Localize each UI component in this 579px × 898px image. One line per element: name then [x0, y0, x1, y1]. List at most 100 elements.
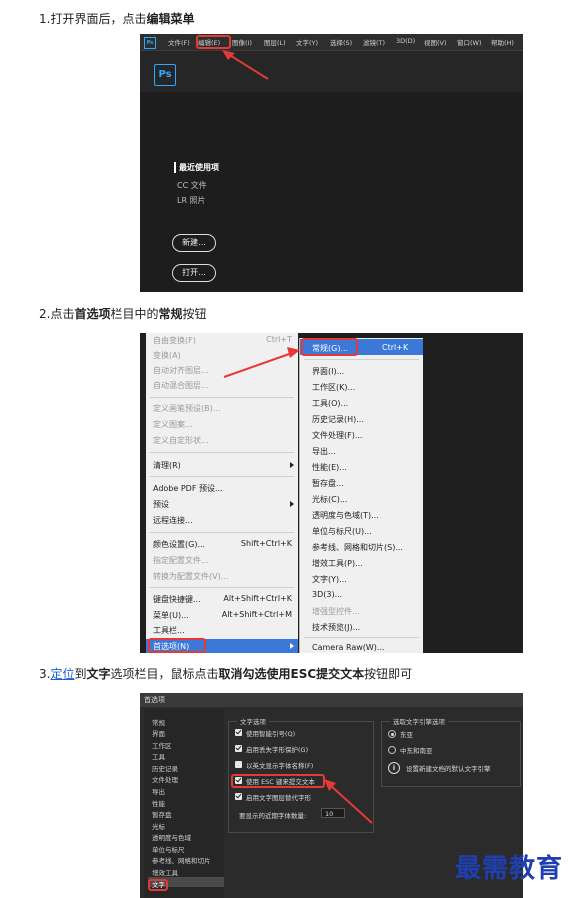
- submenu-item-workspace[interactable]: 工作区(K)...: [312, 382, 355, 393]
- menu-item-remote[interactable]: 远程连接...: [153, 515, 193, 526]
- recent-fonts-label: 要显示的近期字体数量:: [239, 812, 307, 820]
- east-asian-label: 东亚: [400, 731, 413, 739]
- new-button[interactable]: 新建...: [172, 234, 216, 252]
- open-button[interactable]: 打开...: [172, 264, 216, 282]
- submenu-item-performance[interactable]: 性能(E)...: [312, 462, 347, 473]
- step-2-bold-1: 首选项: [74, 307, 111, 321]
- menu-select[interactable]: 选择(S): [330, 37, 352, 47]
- submenu-item-guides[interactable]: 参考线、网格和切片(S)...: [312, 542, 403, 553]
- menu-item-define-pattern[interactable]: 定义图案...: [153, 419, 193, 430]
- smart-quotes-checkbox[interactable]: [235, 729, 242, 736]
- submenu-item-enhanced-controls[interactable]: 增强型控件...: [312, 606, 360, 617]
- menu-window[interactable]: 窗口(W): [457, 37, 482, 47]
- nav-item-transparency[interactable]: 透明度与色域: [152, 832, 191, 842]
- middle-east-label: 中东和南亚: [400, 747, 433, 755]
- step-3-bold-1: 文字: [86, 667, 111, 681]
- menu-item-keyboard-shortcuts[interactable]: 键盘快捷键...: [153, 594, 201, 605]
- submenu-item-transparency[interactable]: 透明度与色域(T)...: [312, 510, 379, 521]
- step-1-caption: 1.打开界面后，点击编辑菜单: [39, 10, 194, 27]
- menu-filter[interactable]: 滤镜(T): [363, 37, 385, 47]
- shortcut-color-settings: Shift+Ctrl+K: [240, 539, 292, 548]
- step-2-bold-2: 常规: [158, 307, 183, 321]
- menu-separator: [150, 532, 294, 533]
- menu-separator: [150, 452, 294, 453]
- edit-menu: 自由变换(F) Ctrl+T 变换(A) 自动对齐图层... 自动混合图层...…: [146, 333, 298, 653]
- menu-file[interactable]: 文件(F): [168, 37, 190, 47]
- missing-glyph-checkbox[interactable]: [235, 745, 242, 752]
- menu-item-define-shape[interactable]: 定义自定形状...: [153, 435, 209, 446]
- menu-item-menus[interactable]: 菜单(U)...: [153, 610, 189, 621]
- menu-3d[interactable]: 3D(D): [396, 37, 415, 45]
- preferences-submenu: 常规(G)... Ctrl+K 界面(I)... 工作区(K)... 工具(O)…: [299, 338, 423, 653]
- submenu-item-units[interactable]: 单位与标尺(U)...: [312, 526, 372, 537]
- nav-item-history[interactable]: 历史记录: [152, 763, 178, 773]
- nav-item-guides[interactable]: 参考线、网格和切片: [152, 855, 211, 865]
- menu-help[interactable]: 帮助(H): [491, 37, 514, 47]
- menu-item-pdf-presets[interactable]: Adobe PDF 预设...: [153, 483, 223, 494]
- menu-item-auto-align[interactable]: 自动对齐图层...: [153, 365, 209, 376]
- submenu-item-tech-preview[interactable]: 技术预览(J)...: [312, 622, 360, 633]
- nav-item-units[interactable]: 单位与标尺: [152, 844, 185, 854]
- recent-fonts-input[interactable]: 10: [321, 808, 345, 818]
- nav-item-scratch-disks[interactable]: 暂存盘: [152, 809, 172, 819]
- submenu-arrow-icon: [290, 501, 294, 507]
- menu-item-assign-profile[interactable]: 指定配置文件...: [153, 555, 209, 566]
- menu-item-purge[interactable]: 清理(R): [153, 460, 181, 471]
- english-font-names-checkbox[interactable]: [235, 761, 242, 768]
- submenu-item-plugins[interactable]: 增效工具(P)...: [312, 558, 363, 569]
- menu-item-toolbar[interactable]: 工具栏...: [153, 625, 185, 636]
- nav-item-general[interactable]: 常规: [152, 717, 165, 727]
- submenu-item-cursors[interactable]: 光标(C)...: [312, 494, 347, 505]
- submenu-item-history[interactable]: 历史记录(H)...: [312, 414, 364, 425]
- menu-type[interactable]: 文字(Y): [296, 37, 318, 47]
- alternate-glyphs-checkbox[interactable]: [235, 793, 242, 800]
- nav-item-export[interactable]: 导出: [152, 786, 165, 796]
- submenu-item-scratch-disks[interactable]: 暂存盘...: [312, 478, 344, 489]
- menu-item-color-settings[interactable]: 颜色设置(G)...: [153, 539, 205, 550]
- locate-link[interactable]: 定位: [50, 667, 74, 681]
- edit-menu-screenshot: 自由变换(F) Ctrl+T 变换(A) 自动对齐图层... 自动混合图层...…: [140, 333, 523, 653]
- menu-separator: [304, 637, 419, 638]
- submenu-item-file-handling[interactable]: 文件处理(F)...: [312, 430, 362, 441]
- menu-separator: [150, 397, 294, 398]
- menu-separator: [150, 587, 294, 588]
- step-2-text-3: 按钮: [182, 307, 207, 321]
- submenu-item-export[interactable]: 导出...: [312, 446, 336, 457]
- shortcut-menus: Alt+Shift+Ctrl+M: [221, 610, 292, 619]
- east-asian-radio[interactable]: [388, 730, 396, 738]
- ps-app-icon: Ps: [144, 37, 156, 49]
- menu-item-free-transform[interactable]: 自由变换(F): [153, 335, 196, 346]
- menu-item-presets[interactable]: 预设: [153, 499, 169, 510]
- start-panel: [140, 92, 523, 292]
- recent-items-label[interactable]: 最近使用项: [174, 162, 219, 173]
- submenu-item-camera-raw[interactable]: Camera Raw(W)...: [312, 643, 385, 652]
- middle-east-radio[interactable]: [388, 746, 396, 754]
- step-3-text-3: 按钮即可: [364, 667, 413, 681]
- step-3-text-2: 选项栏目，鼠标点击: [110, 667, 219, 681]
- nav-item-performance[interactable]: 性能: [152, 798, 165, 808]
- menu-item-auto-blend[interactable]: 自动混合图层...: [153, 380, 209, 391]
- submenu-item-type[interactable]: 文字(Y)...: [312, 574, 347, 585]
- text-engine-group: 选取文字引擎选项 东亚 中东和南亚 i 设置新建文档的默认文字引擎: [381, 716, 521, 787]
- nav-item-interface[interactable]: 界面: [152, 728, 165, 738]
- nav-item-cursors[interactable]: 光标: [152, 821, 165, 831]
- cc-files-link[interactable]: CC 文件: [177, 180, 207, 191]
- step-2-text-2: 栏目中的: [110, 307, 159, 321]
- submenu-arrow-icon: [290, 462, 294, 468]
- lr-photos-link[interactable]: LR 照片: [177, 195, 206, 206]
- menu-item-define-brush[interactable]: 定义画笔预设(B)...: [153, 403, 220, 414]
- nav-item-plugins[interactable]: 增效工具: [152, 867, 178, 877]
- menu-image[interactable]: 图像(I): [232, 37, 252, 47]
- submenu-item-interface[interactable]: 界面(I)...: [312, 366, 344, 377]
- dialog-title: 首选项: [144, 696, 165, 704]
- menu-item-transform[interactable]: 变换(A): [153, 350, 181, 361]
- nav-item-tools[interactable]: 工具: [152, 751, 165, 761]
- menu-item-convert-profile[interactable]: 转换为配置文件(V)...: [153, 571, 228, 582]
- menu-layer[interactable]: 图层(L): [264, 37, 286, 47]
- nav-item-workspace[interactable]: 工作区: [152, 740, 172, 750]
- submenu-item-tools[interactable]: 工具(O)...: [312, 398, 348, 409]
- menu-view[interactable]: 视图(V): [424, 37, 447, 47]
- nav-item-file-handling[interactable]: 文件处理: [152, 774, 178, 784]
- submenu-item-3d[interactable]: 3D(3)...: [312, 590, 342, 599]
- ps-logo: Ps: [154, 64, 176, 86]
